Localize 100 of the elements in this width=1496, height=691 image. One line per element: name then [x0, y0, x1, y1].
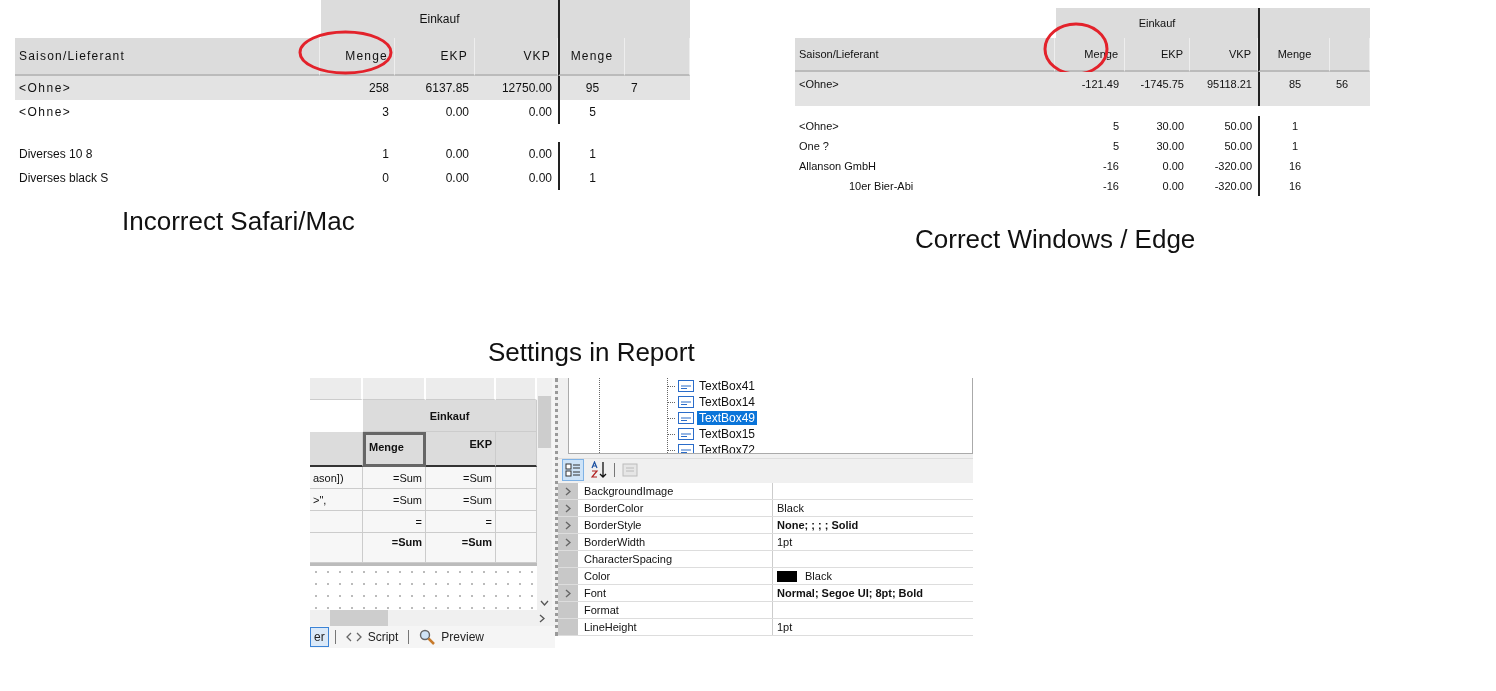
property-name: BackgroundImage	[578, 483, 773, 499]
table-cell: =Sum	[426, 489, 496, 511]
table-cell: =Sum	[363, 489, 426, 511]
grid-cell	[496, 533, 537, 563]
tree-item[interactable]: TextBox41	[697, 379, 758, 393]
search-icon	[419, 629, 436, 645]
table-cell: >",	[310, 489, 363, 511]
table-cell-text: 0.00	[444, 146, 470, 163]
header-cell	[1330, 38, 1370, 72]
scroll-right-icon[interactable]	[539, 613, 545, 623]
grid-cell	[496, 467, 537, 489]
code-icon	[345, 632, 362, 642]
column-header: VKP	[475, 38, 558, 76]
categorized-icon	[565, 462, 581, 478]
grid-cell	[310, 511, 363, 533]
property-pages-icon	[622, 463, 638, 477]
table-cell-text: 30.00	[1155, 119, 1185, 134]
table-cell-text: 0.00	[527, 146, 553, 163]
table-cell-text: 0.00	[444, 104, 470, 121]
table-cell-text: Diverses black S	[18, 170, 110, 187]
tree-item[interactable]: TextBox49	[697, 411, 758, 425]
table-cell: -121.49	[1055, 72, 1125, 106]
table-cell: 85	[1258, 72, 1330, 106]
property-name: Color	[578, 568, 773, 584]
table-cell-text: 1	[381, 146, 390, 163]
table-cell-text: 0.00	[1161, 179, 1185, 194]
property-value[interactable]: 1pt	[773, 619, 793, 635]
table-cell-text: 0	[381, 170, 390, 187]
column-header[interactable]: EKP	[426, 432, 496, 467]
property-name: BorderWidth	[578, 534, 773, 550]
table-cell: 258	[320, 76, 395, 100]
table-cell-text: Allanson GmbH	[798, 159, 878, 174]
table-cell-text: -320.00	[1213, 179, 1253, 194]
column-header: Menge	[558, 38, 625, 76]
column-header: VKP	[1190, 38, 1258, 72]
table-cell-text: -320.00	[1213, 159, 1253, 174]
table-cell: =Sum	[426, 533, 496, 563]
view-tab[interactable]: Script	[341, 627, 403, 647]
table-cell: ason])	[310, 467, 363, 489]
table-cell: 56	[1330, 72, 1370, 106]
table-cell-text: 0.00	[527, 170, 553, 187]
header-cell	[496, 432, 537, 467]
table-cell: 95118.21	[1190, 72, 1258, 106]
view-tab[interactable]: er	[310, 627, 329, 647]
table-cell: 1	[1258, 116, 1330, 136]
toolbar-button[interactable]	[562, 459, 584, 481]
table-cell: 5	[558, 100, 625, 124]
property-name: Format	[578, 602, 773, 618]
property-value[interactable]: 1pt	[773, 534, 793, 550]
tree-item[interactable]: TextBox14	[697, 395, 758, 409]
property-value[interactable]: None; ; ; ; Solid	[773, 517, 859, 533]
table-cell: 16	[1258, 156, 1330, 176]
table-cell-text: <Ohne>	[798, 119, 840, 134]
sort-icon	[591, 461, 607, 479]
column-header: EKP	[1125, 38, 1190, 72]
scroll-thumb[interactable]	[538, 396, 551, 448]
grid-cell	[310, 533, 363, 563]
caption: Settings in Report	[487, 337, 696, 368]
header-cell	[310, 432, 363, 467]
table-cell-text: Diverses 10 8	[18, 146, 94, 163]
view-tab[interactable]: Preview	[415, 626, 489, 648]
table-cell: 7	[625, 76, 690, 100]
column-group-header: Einkauf	[363, 400, 537, 432]
column-header: Menge	[1258, 38, 1330, 72]
table-cell-text: 50.00	[1223, 119, 1253, 134]
horizontal-scrollbar[interactable]	[310, 610, 555, 626]
property-name: LineHeight	[578, 619, 773, 635]
table-cell-text: 50.00	[1223, 139, 1253, 154]
table-cell: =Sum	[426, 467, 496, 489]
table-cell-text: 0.00	[527, 104, 553, 121]
table-cell: =	[426, 511, 496, 533]
table-cell: =Sum	[363, 467, 426, 489]
scroll-down-icon[interactable]	[540, 600, 549, 606]
caption: Incorrect Safari/Mac	[121, 206, 356, 237]
property-value[interactable]: Black	[773, 568, 832, 584]
property-name: BorderStyle	[578, 517, 773, 533]
table-cell-text: -16	[1102, 159, 1120, 174]
table-cell-text: 5	[1111, 139, 1120, 154]
table-cell: 95	[558, 76, 625, 100]
table-cell-text: One ?	[798, 139, 830, 154]
table-cell-text: 0.00	[1161, 159, 1185, 174]
column-header[interactable]: Menge	[363, 432, 426, 467]
table-cell: 6137.85	[395, 76, 475, 100]
vertical-scrollbar[interactable]	[537, 378, 552, 610]
table-cell-text: 3	[381, 104, 390, 121]
table-cell-text: 10er Bier-Abi	[848, 179, 915, 194]
table-cell: =	[363, 511, 426, 533]
property-name: Font	[578, 585, 773, 601]
tree-item[interactable]: TextBox15	[697, 427, 758, 441]
property-value[interactable]: Black	[773, 500, 804, 516]
header-cell	[625, 38, 690, 76]
grid-cell	[496, 489, 537, 511]
textbox-icon	[678, 396, 694, 408]
table-cell: <Ohne>	[15, 76, 320, 100]
property-value[interactable]: Normal; Segoe UI; 8pt; Bold	[773, 585, 924, 601]
table-cell-text: 0.00	[444, 170, 470, 187]
table-cell: 1	[558, 166, 625, 190]
table-cell: 1	[558, 142, 625, 166]
table-cell: 16	[1258, 176, 1330, 196]
chevron-icon[interactable]	[565, 588, 571, 598]
